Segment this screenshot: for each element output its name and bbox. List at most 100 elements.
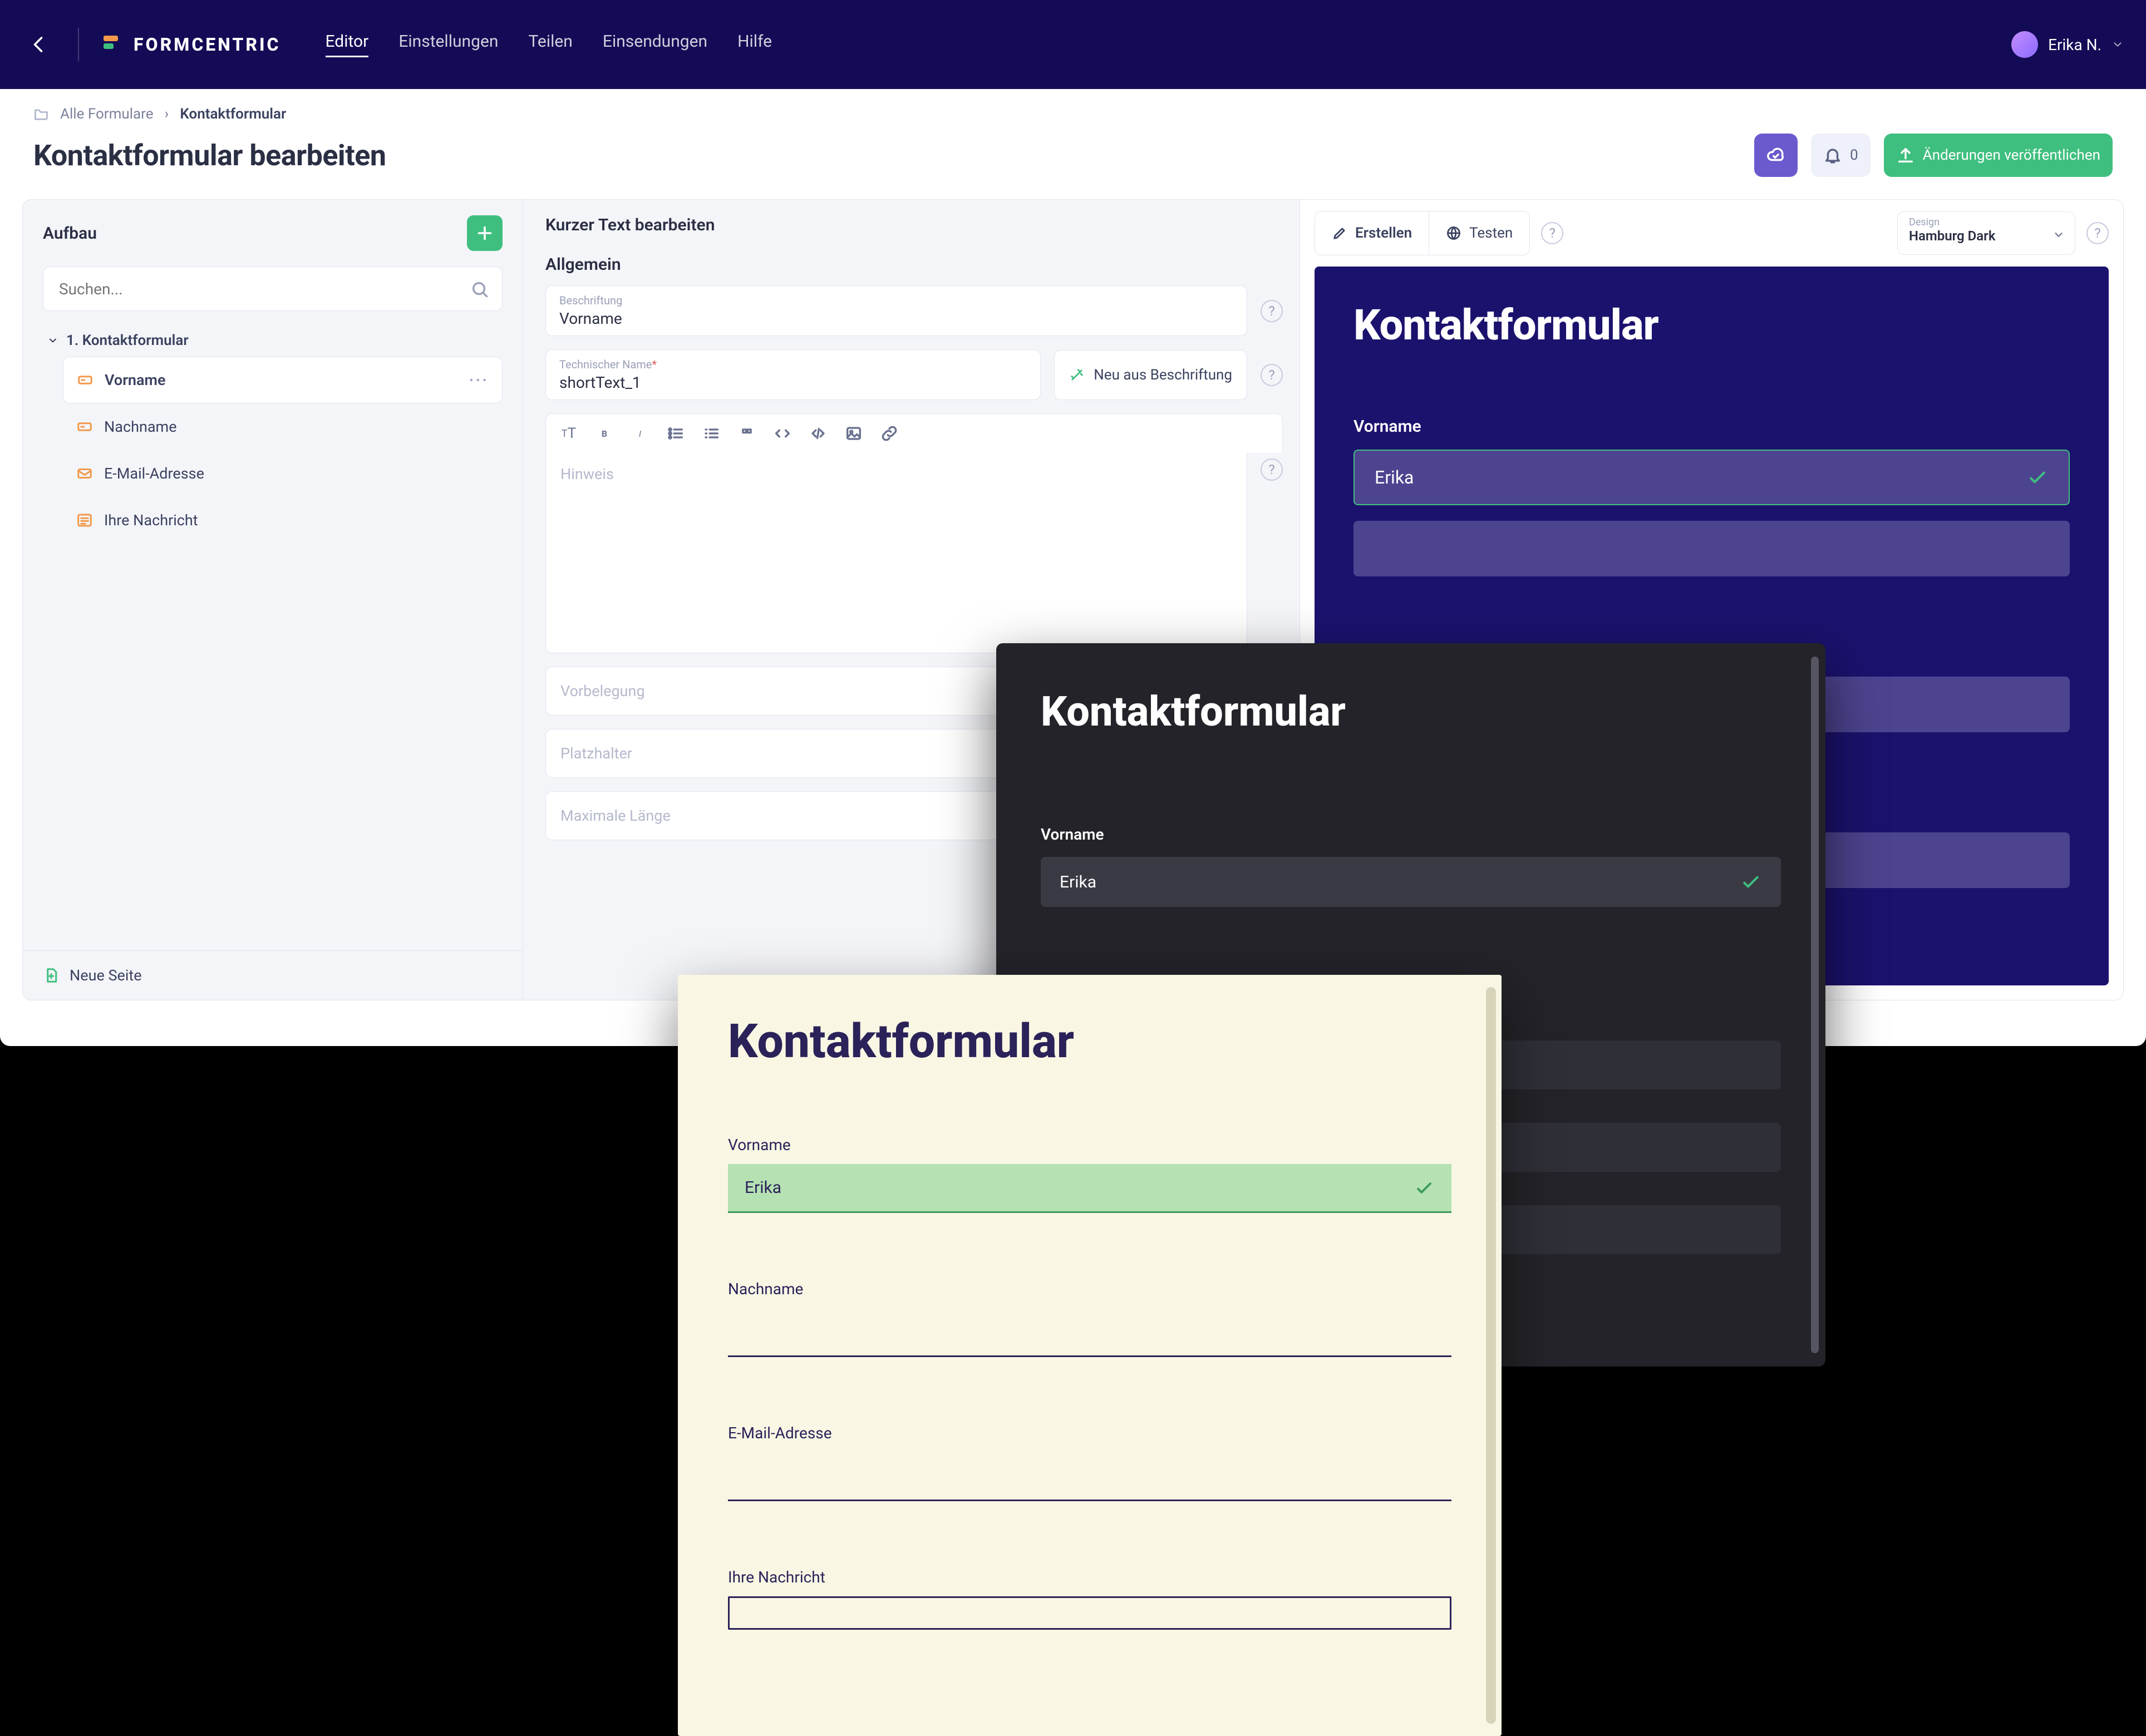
chevron-down-icon <box>47 335 58 346</box>
tree-item-nachricht[interactable]: Ihre Nachricht <box>63 497 503 544</box>
nav-editor[interactable]: Editor <box>326 32 369 57</box>
tree-items: Vorname ··· Nachname E-Mail-Adresse <box>43 357 503 544</box>
publish-button[interactable]: Änderungen veröffentlichen <box>1884 134 2113 177</box>
preview-dark-title: Kontaktformular <box>1041 688 1781 736</box>
preview-cream-input-1[interactable] <box>728 1308 1451 1357</box>
help-label[interactable]: ? <box>1261 300 1283 322</box>
help-hint[interactable]: ? <box>1261 458 1283 481</box>
bullet-list-icon <box>666 424 685 443</box>
maxlength-placeholder: Maximale Länge <box>560 807 671 825</box>
email-icon <box>76 465 93 482</box>
preview-cream-textarea[interactable] <box>728 1596 1451 1630</box>
design-select[interactable]: Design Hamburg Dark <box>1897 211 2075 255</box>
check-icon <box>1740 871 1762 893</box>
default-value-placeholder: Vorbelegung <box>560 682 645 700</box>
rte-numbers[interactable] <box>702 424 721 443</box>
scrollbar[interactable] <box>1811 657 1819 1353</box>
structure-tree: 1. Kontaktformular Vorname ··· Nachname <box>23 324 523 950</box>
nav-submissions[interactable]: Einsendungen <box>603 32 707 57</box>
tree-item-email[interactable]: E-Mail-Adresse <box>63 450 503 497</box>
preview-navy-field-label: Vorname <box>1353 417 2070 436</box>
back-button[interactable] <box>22 28 56 61</box>
tab-edit[interactable]: Erstellen <box>1315 211 1429 255</box>
rte-quote[interactable] <box>737 424 756 443</box>
preview-cream-title: Kontaktformular <box>728 1014 1451 1069</box>
main-nav: Editor Einstellungen Teilen Einsendungen… <box>326 32 772 57</box>
preview-cream-label-1: Nachname <box>728 1280 1451 1298</box>
help-design[interactable]: ? <box>2086 222 2109 244</box>
placeholder-placeholder: Platzhalter <box>560 744 632 762</box>
nav-help[interactable]: Hilfe <box>737 32 772 57</box>
rte-embed[interactable] <box>809 424 828 443</box>
save-cloud-button[interactable] <box>1754 134 1798 177</box>
preview-dark-field[interactable]: Erika <box>1041 857 1781 907</box>
brand-logo[interactable]: FORMCENTRIC <box>101 33 281 56</box>
preview-cream-label-0: Vorname <box>728 1136 1451 1154</box>
preview-cream-float: Kontaktformular Vorname Erika Nachname E… <box>678 975 1502 1736</box>
rte-image[interactable] <box>844 424 863 443</box>
preview-navy-field-value: Erika <box>1375 467 1414 488</box>
new-from-label-button[interactable]: Neu aus Beschriftung <box>1054 350 1247 400</box>
rte-bullets[interactable] <box>666 424 685 443</box>
tree-item-menu[interactable]: ··· <box>469 371 489 390</box>
section-general: Allgemein <box>545 255 1283 274</box>
chevron-down-icon <box>2053 229 2065 241</box>
rte-link[interactable] <box>880 424 899 443</box>
structure-search <box>43 267 503 311</box>
preview-toolbar: Erstellen Testen ? Design Hamburg Dark ? <box>1300 200 2123 267</box>
preview-cream-value-0: Erika <box>745 1178 781 1197</box>
help-techname[interactable]: ? <box>1261 364 1283 386</box>
techname-field[interactable]: Technischer Name* shortText_1 <box>545 349 1041 400</box>
image-icon <box>844 424 863 443</box>
tree-item-label: Ihre Nachricht <box>104 511 198 529</box>
scrollbar[interactable] <box>1486 987 1496 1724</box>
folder-icon <box>33 106 49 122</box>
embed-icon <box>809 424 828 443</box>
tree-item-nachname[interactable]: Nachname <box>63 403 503 450</box>
preview-navy-blank-1[interactable] <box>1353 521 2070 576</box>
tree-item-label: Vorname <box>105 371 166 389</box>
tree-root[interactable]: 1. Kontaktformular <box>43 324 503 357</box>
breadcrumb-root[interactable]: Alle Formulare <box>60 106 154 122</box>
publish-label: Änderungen veröffentlichen <box>1923 147 2100 164</box>
preview-cream-input-0[interactable]: Erika <box>728 1164 1451 1213</box>
preview-cream-label-2: E-Mail-Adresse <box>728 1424 1451 1442</box>
new-page-button[interactable]: Neue Seite <box>23 950 523 1000</box>
link-icon <box>880 424 899 443</box>
brand-text: FORMCENTRIC <box>134 34 281 55</box>
rte-italic[interactable]: I <box>631 424 649 443</box>
rte-textsize[interactable]: TT <box>559 424 578 443</box>
tab-test[interactable]: Testen <box>1429 211 1529 255</box>
breadcrumb-row: Alle Formulare › Kontaktformular <box>0 89 2146 128</box>
label-field[interactable]: Beschriftung Vorname <box>545 285 1247 336</box>
long-text-icon <box>76 512 93 529</box>
hint-textarea[interactable]: Hinweis <box>545 453 1247 653</box>
help-preview-mode[interactable]: ? <box>1541 222 1563 244</box>
nav-share[interactable]: Teilen <box>528 32 572 57</box>
preview-navy-title: Kontaktformular <box>1353 300 2070 350</box>
rte-code[interactable] <box>773 424 792 443</box>
label-field-label: Beschriftung <box>559 294 1233 307</box>
add-element-button[interactable] <box>467 215 503 251</box>
tab-edit-label: Erstellen <box>1355 225 1412 241</box>
nav-settings[interactable]: Einstellungen <box>398 32 498 57</box>
notifications-button[interactable]: 0 <box>1811 134 1871 177</box>
tree-item-vorname[interactable]: Vorname ··· <box>63 357 503 403</box>
properties-panel-title: Kurzer Text bearbeiten <box>523 200 1300 250</box>
rte-bold[interactable]: B <box>595 424 614 443</box>
preview-cream-input-2[interactable] <box>728 1452 1451 1501</box>
search-input[interactable] <box>43 267 503 311</box>
user-name: Erika N. <box>2048 36 2101 54</box>
plus-icon <box>475 223 495 243</box>
search-icon <box>470 280 489 299</box>
user-menu[interactable]: Erika N. <box>2011 31 2124 58</box>
divider <box>78 28 79 61</box>
structure-panel: Aufbau 1. Kontaktformular <box>22 199 523 1000</box>
quote-icon <box>737 424 756 443</box>
short-text-icon <box>76 418 93 435</box>
preview-navy-field[interactable]: Erika <box>1353 450 2070 505</box>
wand-icon <box>1069 367 1085 383</box>
upload-icon <box>1896 146 1915 165</box>
code-icon <box>773 424 792 443</box>
check-icon <box>2026 466 2049 489</box>
